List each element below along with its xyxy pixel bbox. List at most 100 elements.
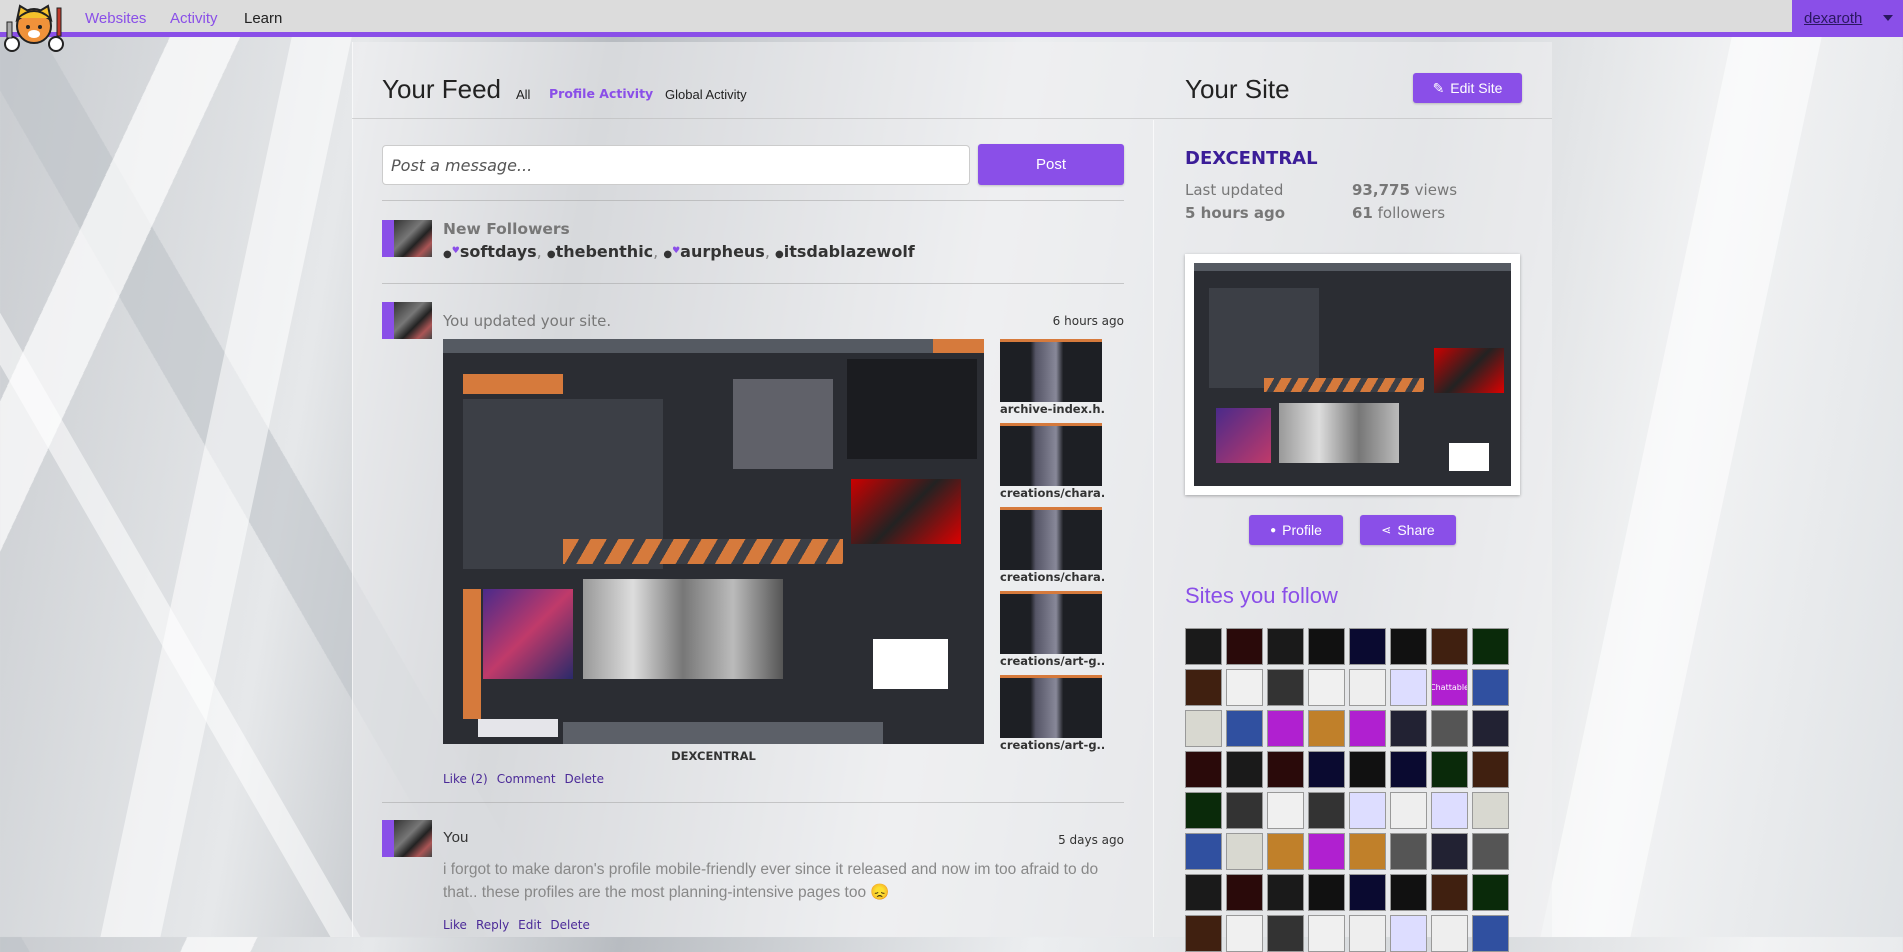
followed-site-thumbnail[interactable] <box>1226 792 1263 829</box>
follower-link[interactable]: softdays <box>460 242 537 261</box>
site-screenshot[interactable] <box>443 339 984 744</box>
followed-site-thumbnail[interactable] <box>1185 751 1222 788</box>
followed-site-thumbnail[interactable] <box>1226 833 1263 870</box>
followed-site-thumbnail[interactable] <box>1349 833 1386 870</box>
delete-link[interactable]: Delete <box>550 918 589 932</box>
file-label[interactable]: creations/art-g... <box>1000 654 1104 668</box>
followed-site-thumbnail[interactable] <box>1349 792 1386 829</box>
followed-site-thumbnail[interactable] <box>1185 915 1222 952</box>
followed-site-thumbnail[interactable] <box>1390 915 1427 952</box>
followed-site-thumbnail[interactable] <box>1308 833 1345 870</box>
followed-site-thumbnail[interactable] <box>1226 710 1263 747</box>
followed-site-thumbnail[interactable] <box>1308 792 1345 829</box>
followed-site-thumbnail[interactable] <box>1185 628 1222 665</box>
followed-site-thumbnail[interactable] <box>1226 915 1263 952</box>
reply-link[interactable]: Reply <box>476 918 509 932</box>
file-thumbnail[interactable] <box>1000 339 1102 402</box>
caret-down-icon[interactable] <box>1883 15 1893 21</box>
followed-site-thumbnail[interactable] <box>1390 710 1427 747</box>
followed-site-thumbnail[interactable] <box>1349 710 1386 747</box>
followed-site-thumbnail[interactable] <box>1308 751 1345 788</box>
followed-site-thumbnail[interactable] <box>1185 710 1222 747</box>
followed-site-thumbnail[interactable] <box>1185 833 1222 870</box>
follower-link[interactable]: itsdablazewolf <box>784 242 915 261</box>
followed-site-thumbnail[interactable] <box>1267 915 1304 952</box>
followed-site-thumbnail[interactable] <box>1185 669 1222 706</box>
followed-site-thumbnail[interactable] <box>1308 874 1345 911</box>
user-menu[interactable]: dexaroth <box>1792 0 1903 37</box>
followed-site-thumbnail[interactable] <box>1185 874 1222 911</box>
file-label[interactable]: creations/chara... <box>1000 570 1104 584</box>
followed-site-thumbnail[interactable] <box>1472 874 1509 911</box>
nav-websites[interactable]: Websites <box>85 10 146 27</box>
delete-link[interactable]: Delete <box>565 772 604 786</box>
nav-activity[interactable]: Activity <box>170 10 218 27</box>
followed-site-thumbnail[interactable] <box>1431 792 1468 829</box>
followed-site-thumbnail[interactable] <box>1431 628 1468 665</box>
share-button[interactable]: ⋖ Share <box>1360 515 1456 545</box>
followed-site-thumbnail[interactable] <box>1472 751 1509 788</box>
followed-site-thumbnail[interactable] <box>1226 874 1263 911</box>
site-preview[interactable] <box>1185 254 1520 495</box>
followed-site-thumbnail[interactable] <box>1431 751 1468 788</box>
followed-site-thumbnail[interactable] <box>1472 833 1509 870</box>
follower-link[interactable]: thebenthic <box>556 242 654 261</box>
followed-site-thumbnail[interactable] <box>1349 915 1386 952</box>
followed-site-thumbnail[interactable] <box>1431 874 1468 911</box>
profile-button[interactable]: ● Profile <box>1249 515 1343 545</box>
followed-site-thumbnail[interactable] <box>1267 874 1304 911</box>
avatar[interactable] <box>382 820 432 857</box>
file-thumbnail[interactable] <box>1000 507 1102 570</box>
followed-site-thumbnail[interactable] <box>1308 628 1345 665</box>
followed-site-thumbnail[interactable] <box>1226 669 1263 706</box>
edit-site-button[interactable]: ✎ Edit Site <box>1413 73 1522 103</box>
followed-site-thumbnail[interactable] <box>1308 915 1345 952</box>
post-button[interactable]: Post <box>978 144 1124 185</box>
followed-site-thumbnail[interactable] <box>1267 833 1304 870</box>
followed-site-thumbnail[interactable] <box>1349 669 1386 706</box>
followed-site-thumbnail[interactable] <box>1472 669 1509 706</box>
file-thumbnail[interactable] <box>1000 591 1102 654</box>
followed-site-thumbnail[interactable] <box>1431 710 1468 747</box>
username-link[interactable]: dexaroth <box>1804 10 1862 27</box>
edit-link[interactable]: Edit <box>518 918 541 932</box>
site-name[interactable]: DEXCENTRAL <box>1185 148 1318 169</box>
followed-site-thumbnail[interactable] <box>1349 751 1386 788</box>
avatar[interactable] <box>382 220 432 257</box>
file-thumbnail[interactable] <box>1000 423 1102 486</box>
followed-site-thumbnail[interactable] <box>1431 833 1468 870</box>
followed-site-thumbnail[interactable] <box>1390 792 1427 829</box>
followed-site-thumbnail[interactable]: Chattable <box>1431 669 1468 706</box>
followed-site-thumbnail[interactable] <box>1472 628 1509 665</box>
followed-site-thumbnail[interactable] <box>1431 915 1468 952</box>
post-message-input[interactable]: Post a message... <box>382 145 970 185</box>
followed-site-thumbnail[interactable] <box>1390 833 1427 870</box>
followed-site-thumbnail[interactable] <box>1226 628 1263 665</box>
followed-site-thumbnail[interactable] <box>1308 669 1345 706</box>
followed-site-thumbnail[interactable] <box>1349 628 1386 665</box>
file-label[interactable]: creations/art-g... <box>1000 738 1104 752</box>
followed-site-thumbnail[interactable] <box>1390 669 1427 706</box>
file-label[interactable]: creations/chara... <box>1000 486 1104 500</box>
followed-site-thumbnail[interactable] <box>1349 874 1386 911</box>
followed-site-thumbnail[interactable] <box>1267 751 1304 788</box>
followed-site-thumbnail[interactable] <box>1472 915 1509 952</box>
tab-all[interactable]: All <box>516 87 530 102</box>
followed-site-thumbnail[interactable] <box>1390 874 1427 911</box>
followed-site-thumbnail[interactable] <box>1267 669 1304 706</box>
comment-link[interactable]: Comment <box>497 772 556 786</box>
followed-site-thumbnail[interactable] <box>1472 710 1509 747</box>
followed-site-thumbnail[interactable] <box>1267 628 1304 665</box>
nav-learn[interactable]: Learn <box>244 10 282 27</box>
followed-site-thumbnail[interactable] <box>1267 792 1304 829</box>
followed-site-thumbnail[interactable] <box>1185 792 1222 829</box>
avatar[interactable] <box>382 302 432 339</box>
tab-profile-activity[interactable]: Profile Activity <box>549 86 653 101</box>
followed-site-thumbnail[interactable] <box>1390 628 1427 665</box>
followed-site-thumbnail[interactable] <box>1308 710 1345 747</box>
file-thumbnail[interactable] <box>1000 675 1102 738</box>
file-label[interactable]: archive-index.h... <box>1000 402 1104 416</box>
tab-global-activity[interactable]: Global Activity <box>665 87 747 102</box>
followed-site-thumbnail[interactable] <box>1226 751 1263 788</box>
followed-site-thumbnail[interactable] <box>1472 792 1509 829</box>
